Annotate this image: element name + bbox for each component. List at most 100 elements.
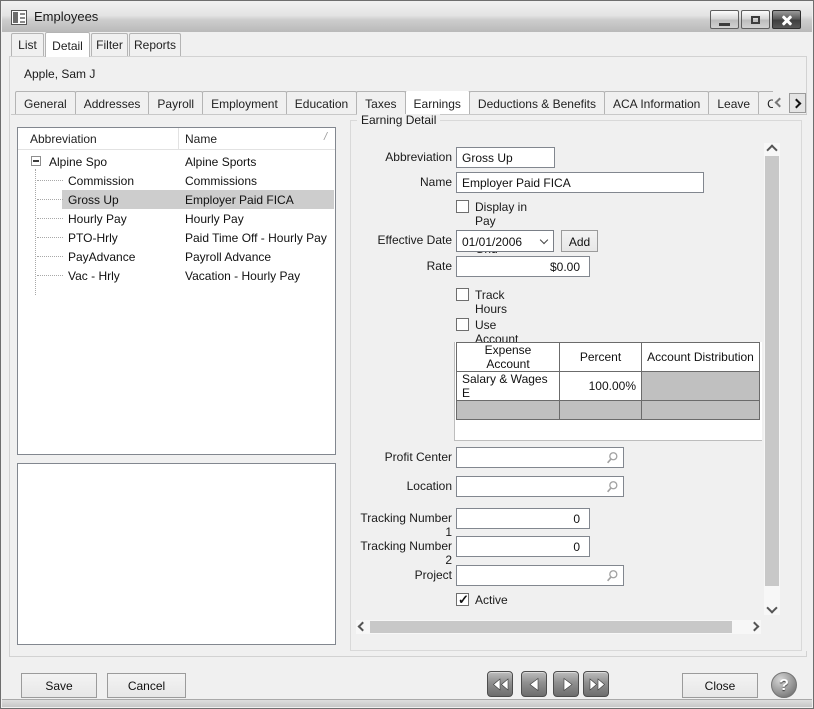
horizontal-scrollbar-thumb[interactable] [370, 621, 732, 633]
earning-detail-group: Earning Detail Abbreviation Gross Up Nam… [350, 120, 802, 651]
grid-cell-expense-account[interactable]: Salary & Wages E [457, 372, 560, 401]
restore-button[interactable] [741, 10, 770, 29]
collapse-icon[interactable] [31, 156, 41, 166]
tab-filter[interactable]: Filter [91, 33, 128, 56]
grid-data-row[interactable]: Salary & Wages E 100.00% [457, 372, 760, 401]
grid-header-percent[interactable]: Percent [560, 343, 642, 372]
tracking-number-1-field[interactable]: 0 [456, 508, 590, 529]
horizontal-scrollbar[interactable] [356, 620, 761, 634]
tab-scroll-left-button[interactable] [770, 93, 787, 113]
tab-deductions-benefits[interactable]: Deductions & Benefits [469, 91, 605, 114]
group-title: Earning Detail [357, 113, 440, 127]
grid-empty-row[interactable] [457, 401, 760, 420]
abbreviation-field[interactable]: Gross Up [456, 147, 555, 168]
tree-row-selected[interactable]: Gross Up Employer Paid FICA [19, 190, 334, 209]
tree-cell-name[interactable]: Alpine Sports [185, 155, 256, 169]
grid-cell-account-distribution[interactable] [642, 372, 760, 401]
scroll-down-icon[interactable] [766, 602, 777, 613]
vertical-scrollbar[interactable] [764, 143, 780, 615]
rate-field[interactable]: $0.00 [456, 256, 590, 277]
tab-employment[interactable]: Employment [202, 91, 287, 114]
nav-previous-record-button[interactable] [521, 671, 547, 697]
use-account-distribution-checkbox[interactable] [456, 318, 469, 331]
tree-header[interactable]: Abbreviation Name / [18, 128, 335, 150]
window-close-button[interactable] [772, 10, 801, 29]
tab-payroll[interactable]: Payroll [148, 91, 203, 114]
minimize-button[interactable] [710, 10, 739, 29]
tab-general[interactable]: General [15, 91, 76, 114]
tab-earnings[interactable]: Earnings [405, 91, 470, 114]
tree-row[interactable]: PTO-Hrly Paid Time Off - Hourly Pay [19, 228, 334, 247]
close-button[interactable]: Close [682, 673, 758, 698]
name-field[interactable]: Employer Paid FICA [456, 172, 704, 193]
tab-education[interactable]: Education [286, 91, 357, 114]
nav-first-record-button[interactable] [487, 671, 513, 697]
tree-cell-abbreviation[interactable]: Hourly Pay [68, 212, 127, 226]
tracking-number-2-label: Tracking Number 2 [351, 539, 452, 567]
tree-row[interactable]: Hourly Pay Hourly Pay [19, 209, 334, 228]
minimize-icon [719, 23, 730, 26]
display-grid-checkbox[interactable] [456, 200, 469, 213]
nav-last-record-button[interactable] [583, 671, 609, 697]
tab-list[interactable]: List [11, 33, 44, 56]
column-divider[interactable] [178, 128, 179, 150]
tree-cell-abbreviation[interactable]: Commission [68, 174, 134, 188]
grid-cell-percent[interactable]: 100.00% [560, 372, 642, 401]
add-button[interactable]: Add [561, 230, 598, 252]
lookup-magnifier-icon[interactable] [605, 451, 619, 465]
tab-taxes[interactable]: Taxes [356, 91, 405, 114]
tab-scroll-right-button[interactable] [789, 93, 806, 113]
profit-center-field[interactable] [456, 447, 624, 468]
distribution-grid[interactable]: Expense Account Percent Account Distribu… [454, 342, 762, 441]
vertical-scrollbar-thumb[interactable] [765, 156, 779, 586]
lookup-magnifier-icon[interactable] [605, 480, 619, 494]
tree-cell-name[interactable]: Payroll Advance [185, 250, 271, 264]
tree-row[interactable]: Vac - Hrly Vacation - Hourly Pay [19, 266, 334, 285]
tree-cell-name[interactable]: Commissions [185, 174, 257, 188]
tree-cell-abbreviation[interactable]: PayAdvance [68, 250, 135, 264]
earnings-tab-page: Abbreviation Name / Alpine Spo Alpine Sp… [11, 114, 807, 651]
tree-cell-abbreviation[interactable]: PTO-Hrly [68, 231, 118, 245]
tree-cell-name[interactable]: Employer Paid FICA [185, 193, 294, 207]
project-label: Project [351, 568, 452, 582]
track-hours-checkbox[interactable] [456, 288, 469, 301]
help-button[interactable]: ? [771, 672, 797, 698]
column-header-name[interactable]: Name [185, 132, 217, 146]
column-header-abbreviation[interactable]: Abbreviation [30, 132, 97, 146]
active-checkbox[interactable]: ✓ [456, 593, 469, 606]
tab-leave[interactable]: Leave [708, 91, 759, 114]
tracking-number-2-field[interactable]: 0 [456, 536, 590, 557]
title-bar[interactable]: Employees [2, 2, 812, 32]
arrow-left-icon [522, 672, 548, 698]
active-label: Active [475, 593, 508, 607]
tree-cell-name[interactable]: Vacation - Hourly Pay [185, 269, 300, 283]
tree-row[interactable]: Commission Commissions [19, 171, 334, 190]
tab-reports[interactable]: Reports [129, 33, 181, 56]
project-field[interactable] [456, 565, 624, 586]
tree-row[interactable]: PayAdvance Payroll Advance [19, 247, 334, 266]
scroll-left-icon[interactable] [358, 622, 368, 632]
nav-next-record-button[interactable] [553, 671, 579, 697]
cancel-button[interactable]: Cancel [107, 673, 186, 698]
tab-aca-information[interactable]: ACA Information [604, 91, 709, 114]
tree-cell-abbreviation[interactable]: Gross Up [68, 193, 119, 207]
tree-cell-abbreviation[interactable]: Vac - Hrly [68, 269, 120, 283]
tree-cell-abbreviation[interactable]: Alpine Spo [49, 155, 107, 169]
tab-addresses[interactable]: Addresses [75, 91, 150, 114]
window-title: Employees [34, 9, 98, 24]
effective-date-dropdown[interactable]: 01/01/2006 [456, 230, 554, 252]
tree-row-root[interactable]: Alpine Spo Alpine Sports [19, 152, 334, 171]
lookup-magnifier-icon[interactable] [605, 569, 619, 583]
tab-detail[interactable]: Detail [45, 32, 90, 57]
grid-header-account-distribution[interactable]: Account Distribution [642, 343, 760, 372]
grid-header-expense-account[interactable]: Expense Account [457, 343, 560, 372]
scroll-right-icon[interactable] [750, 622, 760, 632]
tree-cell-name[interactable]: Paid Time Off - Hourly Pay [185, 231, 327, 245]
secondary-list-box[interactable] [17, 463, 336, 645]
save-button[interactable]: Save [21, 673, 97, 698]
scroll-up-icon[interactable] [766, 144, 777, 155]
tree-cell-name[interactable]: Hourly Pay [185, 212, 244, 226]
earnings-tree[interactable]: Abbreviation Name / Alpine Spo Alpine Sp… [17, 127, 336, 455]
location-field[interactable] [456, 476, 624, 497]
location-label: Location [351, 479, 452, 493]
